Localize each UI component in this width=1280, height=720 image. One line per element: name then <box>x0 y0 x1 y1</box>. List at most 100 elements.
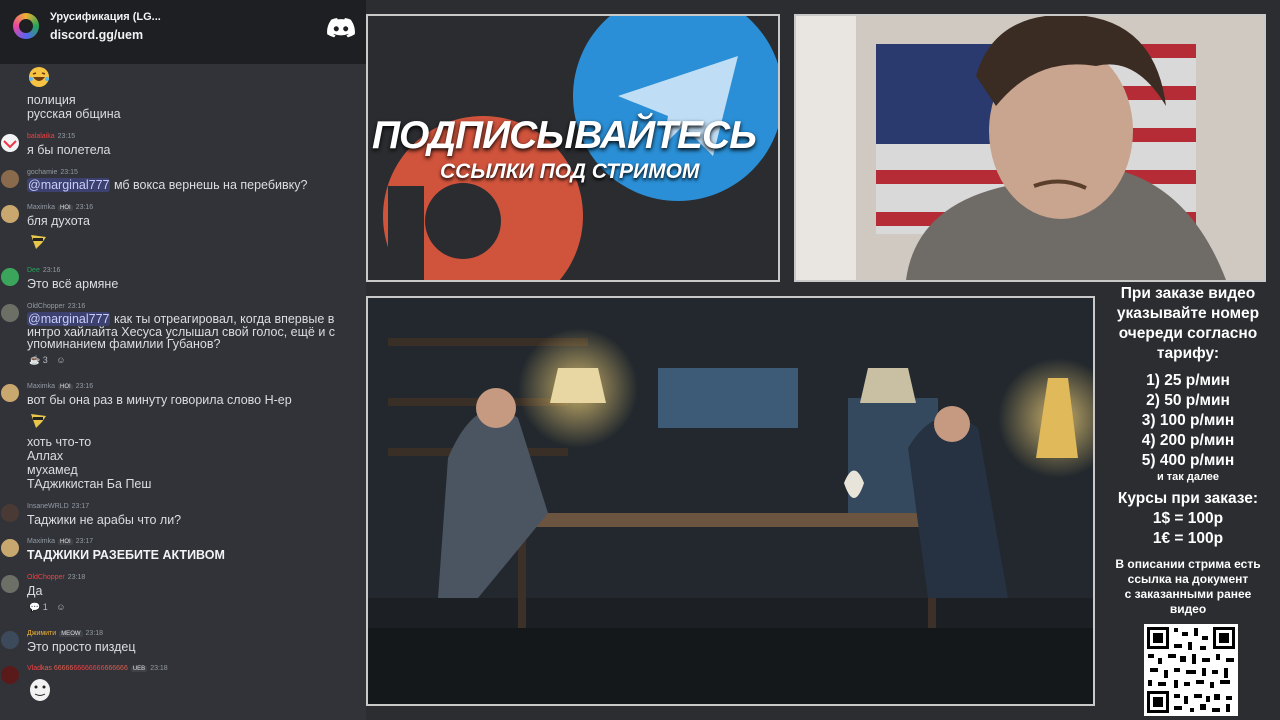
username[interactable]: OldChopper <box>27 303 65 310</box>
username[interactable]: Maximka <box>27 538 55 545</box>
description-note: ссылка на документ <box>1127 572 1249 586</box>
webcam-image <box>796 16 1264 280</box>
message-meta: Vladkas 6666666666666666666 UEB 23:18 <box>27 665 168 672</box>
message-meta: OldChopper 23:16 <box>27 303 85 310</box>
message-text: хоть что-то <box>27 435 92 449</box>
avatar <box>1 539 19 557</box>
username[interactable]: OldChopper <box>27 574 65 581</box>
sticker-emoji-icon <box>31 414 46 428</box>
username[interactable]: balalaika <box>27 133 55 140</box>
server-name: Урусификация (LG... <box>50 11 161 23</box>
message-meta: Maximka HOI 23:16 <box>27 204 93 211</box>
timestamp: 23:16 <box>42 267 61 274</box>
description-note: с заказанными ранее <box>1124 587 1252 601</box>
message-text: упоминанием фамилии Губанов? <box>27 337 221 351</box>
message-meta: balalaika 23:15 <box>27 133 75 140</box>
promo-panel: ПОДПИСЫВАЙТЕСЬ ССЫЛКИ ПОД СТРИМОМ <box>366 14 780 282</box>
avatar <box>1 170 19 188</box>
message-text: ТАджикистан Ба Пеш <box>27 477 152 491</box>
video-frame <box>368 298 1093 704</box>
user-badge: UEB <box>130 666 148 672</box>
message-text: Это всё армяне <box>27 277 119 291</box>
chat-panel: Урусификация (LG... discord.gg/uem полиц… <box>0 0 366 720</box>
order-intro-line: указывайте номер <box>1116 305 1260 322</box>
message-meta: gochamie 23:15 <box>27 169 78 176</box>
message-text: @marginal777 как ты отреагировал, когда … <box>27 312 334 326</box>
server-avatar <box>13 13 39 39</box>
user-mention[interactable]: @marginal777 <box>27 178 111 192</box>
order-intro-line: тарифу: <box>1156 345 1220 362</box>
timestamp: 23:15 <box>60 169 78 176</box>
server-header: Урусификация (LG... discord.gg/uem <box>0 0 366 64</box>
message-text: полиция <box>27 93 76 107</box>
avatar <box>1 575 19 593</box>
message-text: вот бы она раз в минуту говорила слово Н… <box>27 393 292 407</box>
message-text: Таджики не арабы что ли? <box>27 513 182 527</box>
avatar <box>1 666 19 684</box>
reaction[interactable]: ☕ 3 ☺ <box>29 355 65 366</box>
tariff-more: и так далее <box>1156 471 1220 483</box>
description-note: видео <box>1169 602 1207 616</box>
message-text: мухамед <box>27 463 78 477</box>
timestamp: 23:17 <box>71 503 90 510</box>
discord-logo-icon <box>327 18 355 38</box>
username-part: 666666 <box>104 665 128 672</box>
message-meta: Maximka HOI 23:16 <box>27 383 93 390</box>
timestamp: 23:15 <box>57 133 76 140</box>
rates-title: Курсы при заказе: <box>1117 490 1259 507</box>
reaction-count: 3 <box>42 355 48 365</box>
message-meta: Dee 23:16 <box>27 267 60 274</box>
username[interactable]: gochamie <box>27 169 57 176</box>
timestamp: 23:18 <box>67 574 86 581</box>
timestamp: 23:16 <box>75 383 94 390</box>
username[interactable]: Maximka <box>27 383 55 390</box>
avatar <box>1 504 19 522</box>
reaction-count: 1 <box>42 602 48 612</box>
username-part: Vlad <box>27 665 42 672</box>
message-text: ТАДЖИКИ РАЗЕБИТЕ АКТИВОМ <box>27 548 225 562</box>
message-meta: Джимити MEOW 23:18 <box>27 630 103 637</box>
avatar <box>1 205 19 223</box>
timestamp: 23:16 <box>67 303 86 310</box>
user-badge: MEOW <box>59 631 83 637</box>
sticker-emoji-icon <box>31 235 46 249</box>
emoji-icon: ☕ <box>29 355 41 365</box>
username[interactable]: InsaneWRLD <box>27 503 69 510</box>
message-text: Аллах <box>27 449 64 463</box>
username[interactable]: Dee <box>27 267 40 274</box>
reaction[interactable]: 💬 1 ☺ <box>29 602 65 613</box>
laughing-emoji-icon <box>29 67 49 87</box>
message-meta: InsaneWRLD 23:17 <box>27 503 89 510</box>
avatar <box>1 304 19 322</box>
username[interactable]: Maximka <box>27 204 55 211</box>
order-info-panel: При заказе видео указывайте номер очеред… <box>1100 282 1276 617</box>
add-reaction-icon[interactable]: ☺ <box>56 355 65 365</box>
message-text: я бы полетела <box>27 143 111 157</box>
tariff-item: 2) 50 р/мин <box>1146 392 1230 409</box>
tariff-item: 5) 400 р/мин <box>1141 452 1235 469</box>
avatar <box>1 134 19 152</box>
server-invite-link[interactable]: discord.gg/uem <box>50 28 143 42</box>
tariff-item: 3) 100 р/мин <box>1141 412 1235 429</box>
message-meta: OldChopper 23:18 <box>27 574 85 581</box>
timestamp: 23:17 <box>75 538 94 545</box>
video-player[interactable] <box>366 296 1095 706</box>
user-mention[interactable]: @marginal777 <box>27 312 111 326</box>
avatar <box>1 631 19 649</box>
emoji-icon: 💬 <box>29 602 41 612</box>
promo-title: ПОДПИСЫВАЙТЕСЬ <box>372 114 757 157</box>
message-text: бля духота <box>27 214 91 228</box>
message-meta: Maximka HOI 23:17 <box>27 538 93 545</box>
avatar <box>1 384 19 402</box>
add-reaction-icon[interactable]: ☺ <box>56 602 65 612</box>
rate-item: 1$ = 100р <box>1152 510 1224 527</box>
username-part: 66666666 <box>73 665 105 672</box>
username[interactable]: Джимити <box>27 630 56 637</box>
webcam-feed <box>794 14 1266 282</box>
order-intro-line: При заказе видео <box>1120 285 1256 302</box>
username[interactable]: Vladkas 6666666666666666666 <box>27 665 131 672</box>
message-body: мб вокса вернешь на перебивку? <box>110 178 308 192</box>
username-part: kas 66666 <box>41 665 74 672</box>
qr-code <box>1144 624 1238 716</box>
rate-item: 1€ = 100р <box>1152 530 1224 547</box>
